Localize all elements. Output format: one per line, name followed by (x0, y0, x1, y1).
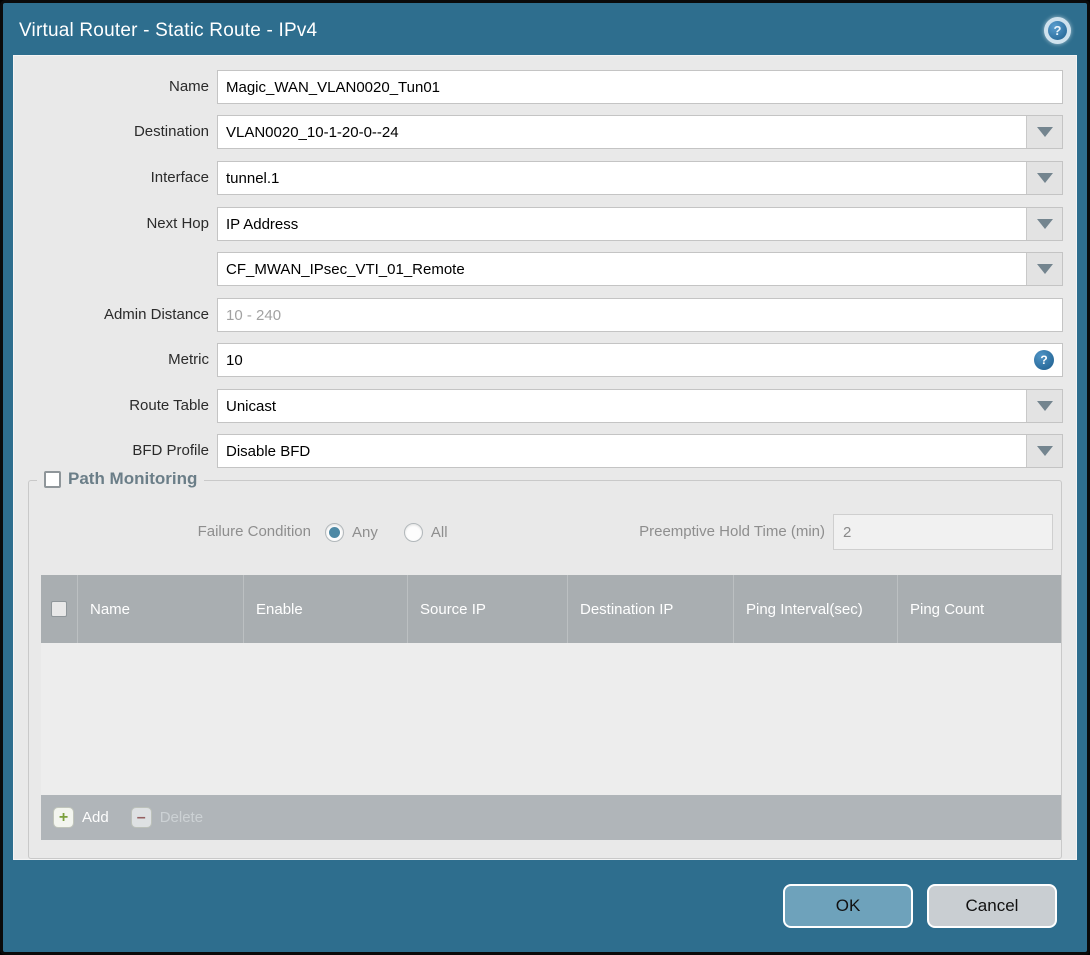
radio-all-icon (403, 522, 423, 542)
add-plus-icon: + (53, 807, 74, 828)
delete-button-label: Delete (159, 809, 204, 826)
route-table-dropdown-button[interactable] (1026, 390, 1062, 422)
next-hop-label: Next Hop (146, 215, 209, 232)
bfd-profile-dropdown-button[interactable] (1026, 435, 1062, 467)
row-next-hop: Next Hop (14, 207, 1076, 241)
column-header-name[interactable]: Name (78, 575, 244, 643)
table-header-row: Name Enable Source IP Destination IP Pin… (41, 575, 1061, 643)
interface-dropdown-button[interactable] (1026, 162, 1062, 194)
route-table-input[interactable] (218, 390, 1026, 422)
bfd-profile-field-wrap (217, 434, 1063, 468)
radio-all[interactable]: All (403, 522, 448, 542)
row-next-hop-address (14, 252, 1076, 286)
next-hop-address-field-wrap (217, 252, 1063, 286)
row-bfd-profile: BFD Profile (14, 434, 1076, 468)
name-field-wrap (217, 70, 1063, 104)
row-route-table: Route Table (14, 389, 1076, 423)
preemptive-hold-time-label: Preemptive Hold Time (min) (639, 523, 825, 540)
admin-distance-input[interactable] (218, 299, 1062, 331)
column-header-enable[interactable]: Enable (244, 575, 408, 643)
name-input[interactable] (218, 71, 1062, 103)
metric-input[interactable] (218, 344, 1034, 376)
chevron-down-icon (1036, 219, 1053, 229)
help-icon-glyph: ? (1048, 21, 1067, 40)
help-icon[interactable]: ? (1044, 17, 1071, 44)
path-monitoring-section: Path Monitoring Failure Condition Any Al… (28, 469, 1062, 859)
page-title: Virtual Router - Static Route - IPv4 (19, 20, 318, 41)
path-monitoring-checkbox[interactable] (44, 470, 61, 488)
ok-button[interactable]: OK (783, 884, 913, 928)
admin-distance-label: Admin Distance (103, 306, 209, 323)
chevron-down-icon (1036, 127, 1053, 137)
next-hop-field-wrap (217, 207, 1063, 241)
metric-label: Metric (168, 351, 209, 368)
admin-distance-field-wrap (217, 298, 1063, 332)
preemptive-hold-time-input[interactable] (834, 515, 1052, 549)
select-all-cell (41, 575, 78, 643)
path-monitoring-legend: Path Monitoring (37, 469, 205, 489)
next-hop-type-input[interactable] (218, 208, 1026, 240)
row-interface: Interface (14, 161, 1076, 195)
interface-input[interactable] (218, 162, 1026, 194)
next-hop-address-dropdown-button[interactable] (1026, 253, 1062, 285)
radio-any[interactable]: Any (325, 522, 378, 542)
destination-dropdown-button[interactable] (1026, 116, 1062, 148)
title-bar: Virtual Router - Static Route - IPv4 ? (3, 3, 1087, 55)
radio-any-icon (325, 522, 344, 542)
destination-label: Destination (133, 123, 209, 140)
interface-field-wrap (217, 161, 1063, 195)
interface-label: Interface (150, 169, 209, 186)
radio-all-label: All (430, 523, 448, 541)
dialog-body: Name Destination Interface Next Hop (13, 55, 1077, 860)
radio-any-label: Any (352, 523, 378, 541)
chevron-down-icon (1036, 401, 1053, 411)
route-table-field-wrap (217, 389, 1063, 423)
preemptive-hold-time-field-wrap (833, 514, 1053, 550)
next-hop-dropdown-button[interactable] (1026, 208, 1062, 240)
table-body-empty (41, 643, 1061, 795)
route-table-label: Route Table (129, 397, 209, 414)
chevron-down-icon (1036, 446, 1053, 456)
delete-minus-icon: – (130, 807, 152, 828)
cancel-button[interactable]: Cancel (927, 884, 1057, 928)
row-metric: Metric ? (14, 343, 1076, 377)
column-header-ping-count[interactable]: Ping Count (898, 575, 1061, 643)
add-button[interactable]: + Add (53, 807, 109, 828)
dialog-virtual-router-static-route: Virtual Router - Static Route - IPv4 ? N… (0, 0, 1090, 955)
bfd-profile-input[interactable] (218, 435, 1026, 467)
failure-condition-label: Failure Condition (197, 523, 311, 540)
chevron-down-icon (1036, 264, 1053, 274)
chevron-down-icon (1036, 173, 1053, 183)
delete-button[interactable]: – Delete (130, 807, 204, 828)
select-all-checkbox[interactable] (51, 601, 67, 617)
column-header-destination-ip[interactable]: Destination IP (568, 575, 734, 643)
next-hop-address-input[interactable] (218, 253, 1026, 285)
failure-condition-radio-group: Any All (325, 517, 448, 547)
name-label: Name (168, 78, 209, 95)
bfd-profile-label: BFD Profile (132, 442, 209, 459)
column-header-ping-interval[interactable]: Ping Interval(sec) (734, 575, 898, 643)
add-button-label: Add (82, 809, 109, 826)
metric-help-icon[interactable]: ? (1034, 350, 1054, 370)
row-admin-distance: Admin Distance (14, 298, 1076, 332)
metric-field-wrap: ? (217, 343, 1063, 377)
row-name: Name (14, 70, 1076, 104)
destination-input[interactable] (218, 116, 1026, 148)
destination-field-wrap (217, 115, 1063, 149)
path-monitoring-table: Name Enable Source IP Destination IP Pin… (41, 575, 1061, 840)
column-header-source-ip[interactable]: Source IP (408, 575, 568, 643)
table-toolbar: + Add – Delete (41, 795, 1061, 840)
path-monitoring-title: Path Monitoring (68, 469, 198, 488)
row-destination: Destination (14, 115, 1076, 149)
